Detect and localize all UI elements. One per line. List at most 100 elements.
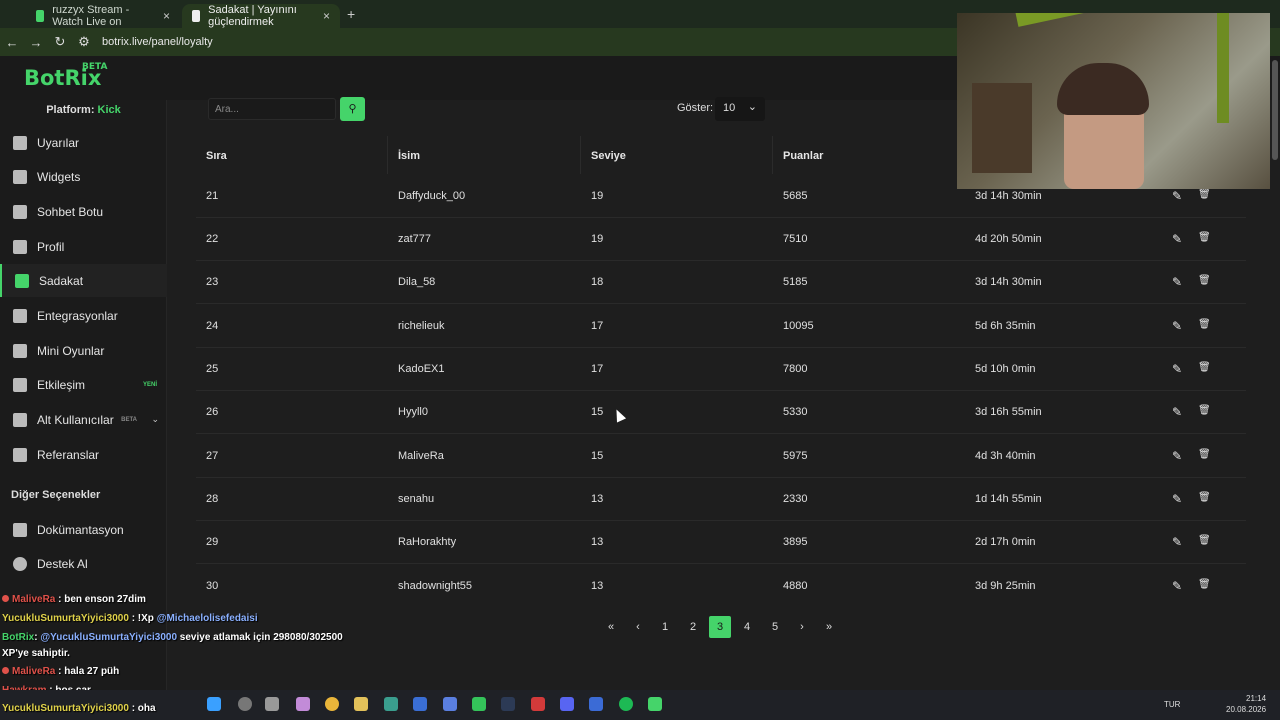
delete-icon[interactable]: 🗑 — [1198, 362, 1211, 373]
explorer-icon[interactable] — [354, 697, 368, 711]
sidebar-item-alt-kullanicilar[interactable]: Alt Kullanıcılar BETA ⌄ — [0, 403, 167, 436]
chrome-icon[interactable] — [325, 697, 339, 711]
delete-icon[interactable]: 🗑 — [1198, 189, 1211, 200]
close-icon[interactable]: × — [323, 9, 330, 23]
outlook-icon[interactable] — [443, 697, 457, 711]
whatsapp-icon[interactable] — [472, 697, 486, 711]
sidebar-item-etkilesim[interactable]: Etkileşim YENİ — [0, 368, 167, 401]
system-clock[interactable]: 21:14 20.08.2026 — [1226, 693, 1266, 715]
sidebar-item-profil[interactable]: Profil — [0, 230, 167, 263]
search-input[interactable]: Ara... — [208, 98, 336, 120]
sidebar-item-destek-al[interactable]: Destek Al — [0, 547, 167, 580]
page-button-5[interactable]: 5 — [764, 616, 786, 638]
chat-line: BotRix: @YucukluSumurtaYiyici3000 seviye… — [2, 632, 343, 643]
task-view-icon[interactable] — [265, 697, 279, 711]
sidebar-item-label: Dokümantasyon — [37, 522, 124, 537]
edit-icon[interactable]: ✎ — [1172, 362, 1182, 376]
delete-icon[interactable]: 🗑 — [1198, 232, 1211, 243]
forward-icon[interactable]: → — [24, 35, 48, 50]
delete-icon[interactable]: 🗑 — [1198, 405, 1211, 416]
cell-name: Hyyll0 — [398, 406, 428, 418]
next-page-button[interactable]: › — [791, 616, 813, 638]
sidebar-item-sohbet-botu[interactable]: Sohbet Botu — [0, 195, 167, 228]
row-divider — [196, 303, 1246, 304]
app-icon[interactable] — [589, 697, 603, 711]
edit-icon[interactable]: ✎ — [1172, 275, 1182, 289]
first-page-button[interactable]: « — [600, 616, 622, 638]
sidebar-item-referanslar[interactable]: Referanslar — [0, 438, 167, 471]
edit-icon[interactable]: ✎ — [1172, 492, 1182, 506]
cell-name: zat777 — [398, 233, 432, 245]
show-count-select[interactable]: 10 ⌄ — [715, 97, 765, 121]
back-icon[interactable]: ← — [0, 35, 24, 50]
page-button-3[interactable]: 3 — [709, 616, 731, 638]
edit-icon[interactable]: ✎ — [1172, 405, 1182, 419]
edit-icon[interactable]: ✎ — [1172, 319, 1182, 333]
search-icon[interactable] — [238, 697, 252, 711]
copilot-icon[interactable] — [296, 697, 310, 711]
sidebar-item-entegrasyonlar[interactable]: Entegrasyonlar — [0, 299, 167, 332]
sidebar-item-widgets[interactable]: Widgets — [0, 160, 167, 193]
reload-icon[interactable]: ↻ — [48, 34, 72, 50]
botrix-logo[interactable]: BotRix BETA — [24, 62, 107, 90]
new-tab-icon[interactable]: + — [347, 6, 355, 22]
prev-page-button[interactable]: ‹ — [627, 616, 649, 638]
delete-icon[interactable]: 🗑 — [1198, 535, 1211, 546]
close-icon[interactable]: × — [163, 9, 170, 23]
edit-icon[interactable]: ✎ — [1172, 579, 1182, 593]
app-icon[interactable] — [531, 697, 545, 711]
edit-icon[interactable]: ✎ — [1172, 232, 1182, 246]
sidebar-item-label: Mini Oyunlar — [37, 343, 105, 358]
delete-icon[interactable]: 🗑 — [1198, 492, 1211, 503]
header-rank[interactable]: Sıra — [206, 150, 227, 162]
windows-start-icon[interactable] — [207, 697, 221, 711]
row-divider — [196, 217, 1246, 218]
app-icon[interactable] — [413, 697, 427, 711]
chevron-down-icon: ⌄ — [747, 101, 757, 113]
chat-line: YucukluSumurtaYiyici3000 : oha — [2, 703, 156, 714]
keyboard-language[interactable]: TUR — [1164, 700, 1180, 709]
cell-time: 3d 16h 55min — [975, 406, 1042, 418]
sidebar-item-mini-oyunlar[interactable]: Mini Oyunlar — [0, 334, 167, 367]
delete-icon[interactable]: 🗑 — [1198, 579, 1211, 590]
tab-sadakat[interactable]: Sadakat | Yayınını güçlendirmek × — [182, 4, 340, 28]
sidebar-item-sadakat[interactable]: Sadakat — [0, 264, 167, 297]
cell-rank: 27 — [206, 450, 219, 462]
discord-icon[interactable] — [560, 697, 574, 711]
sidebar-item-dokumantasyon[interactable]: Dokümantasyon — [0, 513, 167, 546]
new-badge: YENİ — [142, 381, 157, 388]
cell-level: 13 — [591, 536, 604, 548]
header-level[interactable]: Seviye — [591, 150, 626, 162]
warning-icon — [13, 135, 27, 150]
cell-name: KadoEX1 — [398, 363, 445, 375]
header-points[interactable]: Puanlar — [783, 150, 823, 162]
cell-time: 4d 20h 50min — [975, 233, 1042, 245]
delete-icon[interactable]: 🗑 — [1198, 275, 1211, 286]
page-button-2[interactable]: 2 — [682, 616, 704, 638]
app-icon[interactable] — [648, 697, 662, 711]
header-name[interactable]: İsim — [398, 150, 420, 162]
edit-icon[interactable]: ✎ — [1172, 535, 1182, 549]
chat-line: MaliveRa : ben enson 27dim — [2, 594, 146, 605]
gamepad-icon — [13, 343, 27, 358]
page-button-1[interactable]: 1 — [654, 616, 676, 638]
url-input[interactable]: botrix.live/panel/loyalty — [102, 36, 213, 48]
edge-icon[interactable] — [384, 697, 398, 711]
sidebar-item-uyarilar[interactable]: Uyarılar — [0, 126, 167, 159]
search-button[interactable]: ⚲ — [340, 97, 365, 121]
cell-name: shadownight55 — [398, 580, 473, 592]
delete-icon[interactable]: 🗑 — [1198, 319, 1211, 330]
delete-icon[interactable]: 🗑 — [1198, 449, 1211, 460]
cell-level: 18 — [591, 276, 604, 288]
tab-kick-stream[interactable]: ruzzyx Stream - Watch Live on × — [26, 4, 180, 28]
edit-icon[interactable]: ✎ — [1172, 189, 1182, 203]
scrollbar[interactable] — [1272, 60, 1278, 160]
steam-icon[interactable] — [501, 697, 515, 711]
cell-time: 3d 14h 30min — [975, 190, 1042, 202]
edit-icon[interactable]: ✎ — [1172, 449, 1182, 463]
site-info-icon[interactable]: ⚙ — [72, 34, 96, 50]
page-button-4[interactable]: 4 — [736, 616, 758, 638]
chevron-down-icon[interactable]: ⌄ — [151, 414, 159, 425]
spotify-icon[interactable] — [619, 697, 633, 711]
last-page-button[interactable]: » — [818, 616, 840, 638]
